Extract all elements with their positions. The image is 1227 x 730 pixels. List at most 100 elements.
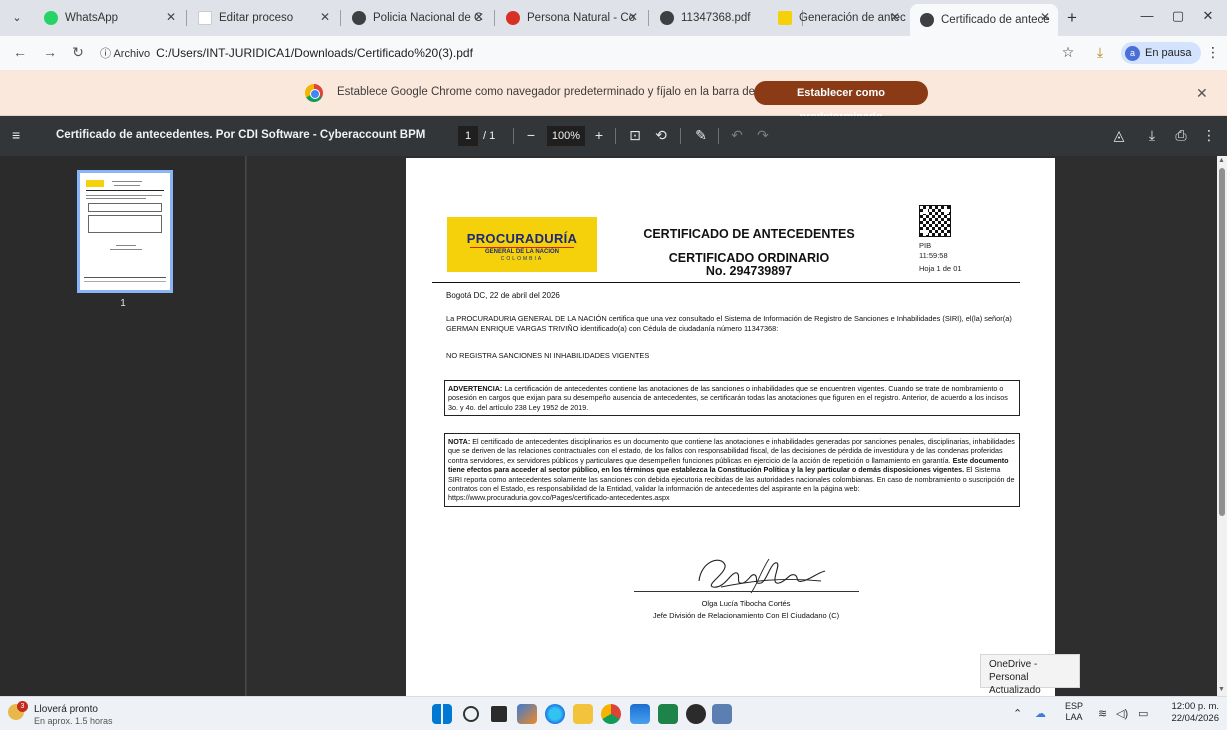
close-icon[interactable]: ✕ (320, 10, 330, 24)
tray-expand-icon[interactable]: ⌃ (1013, 707, 1022, 720)
close-icon[interactable]: ✕ (1040, 10, 1050, 24)
globe-icon (660, 11, 674, 25)
undo-icon[interactable]: ↶ (728, 127, 746, 144)
tab-divider (340, 10, 341, 26)
bookmark-star-icon[interactable]: ☆ (1058, 44, 1078, 61)
search-icon[interactable] (463, 706, 479, 722)
system-clock[interactable]: 12:00 p. m. 22/04/2026 (1163, 701, 1219, 725)
meta-time: 11:59:58 (919, 251, 948, 260)
fit-page-icon[interactable]: ⊡ (626, 127, 644, 144)
close-icon[interactable]: ✕ (474, 10, 484, 24)
forward-icon[interactable]: → (40, 44, 60, 60)
redo-icon[interactable]: ↷ (754, 127, 772, 144)
set-default-button[interactable]: Establecer como predeterminado (754, 81, 928, 123)
profile-button[interactable]: a En pausa (1121, 42, 1202, 64)
note-text: El certificado de antecedentes disciplin… (448, 437, 1015, 465)
vertical-scrollbar[interactable]: ▲ ▼ (1217, 156, 1227, 696)
site-icon (506, 11, 520, 25)
avatar: a (1125, 45, 1140, 61)
page-thumbnail[interactable] (77, 170, 173, 293)
print-icon[interactable]: ⎙ (1172, 127, 1190, 144)
tab-policia-nacional[interactable]: Policia Nacional de C ✕ (342, 4, 492, 32)
thumbnail-line (86, 195, 162, 196)
url-field[interactable]: ⓘ Archivo C:/Users/INT-JURIDICA1/Downloa… (100, 40, 1070, 66)
notification-badge: 3 (17, 701, 28, 712)
close-window-button[interactable]: ✕ (1198, 8, 1218, 24)
tab-divider (648, 10, 649, 26)
app-icon[interactable] (686, 704, 706, 724)
close-icon[interactable]: ✕ (890, 10, 900, 24)
signer-name: Olga Lucía Tibocha Cortés (701, 599, 791, 608)
onedrive-notification[interactable]: OneDrive - Personal Actualizado (980, 654, 1080, 696)
zoom-out-icon[interactable]: − (522, 127, 540, 143)
outlook-icon[interactable] (630, 704, 650, 724)
thumbnail-line (84, 281, 166, 282)
annotate-icon[interactable]: ✎ (692, 127, 710, 144)
qr-code (919, 205, 951, 237)
zoom-input[interactable]: 100% (547, 126, 585, 146)
excel-icon[interactable] (658, 704, 678, 724)
pdf-page: PROCURADURÍA GENERAL DE LA NACIÓN COLOMB… (406, 158, 1055, 698)
widgets-icon[interactable] (517, 704, 537, 724)
toolbar-divider (615, 128, 616, 144)
infobar-message: Establece Google Chrome como navegador p… (337, 86, 791, 98)
language-code: ESP (1065, 701, 1084, 711)
scroll-down-icon[interactable]: ▼ (1218, 686, 1225, 693)
maximize-button[interactable]: ▢ (1168, 8, 1188, 24)
weather-subtitle: En aprox. 1.5 horas (34, 716, 113, 726)
thumbnail-line (112, 181, 142, 182)
more-options-icon[interactable]: ⋮ (1200, 127, 1218, 144)
warning-label: ADVERTENCIA: (448, 384, 503, 393)
weather-widget[interactable]: 3 Lloverá pronto En aprox. 1.5 horas (8, 701, 148, 727)
procuraduria-icon (778, 11, 792, 25)
edge-icon[interactable] (545, 704, 565, 724)
reload-icon[interactable]: ↻ (68, 44, 88, 61)
file-explorer-icon[interactable] (573, 704, 593, 724)
tab-persona-natural[interactable]: Persona Natural - Co ✕ (496, 4, 646, 32)
tab-generacion[interactable]: Generación de antec ✕ (768, 4, 908, 32)
page-number-input[interactable]: 1 (458, 126, 478, 146)
weather-title: Lloverá pronto (34, 704, 98, 715)
site-info-chip[interactable]: ⓘ Archivo (100, 45, 150, 61)
tab-editar-proceso[interactable]: Editar proceso ✕ (188, 4, 338, 32)
clock-date: 22/04/2026 (1171, 713, 1219, 724)
minimize-button[interactable]: — (1137, 8, 1157, 23)
battery-icon[interactable]: ▭ (1138, 707, 1148, 720)
hamburger-icon[interactable]: ≡ (12, 127, 20, 143)
scroll-up-icon[interactable]: ▲ (1218, 157, 1225, 164)
menu-icon[interactable]: ⋮ (1203, 44, 1223, 61)
back-icon[interactable]: ← (10, 44, 30, 60)
close-icon[interactable]: ✕ (628, 10, 638, 24)
thumbnail-logo (86, 180, 104, 187)
wifi-icon[interactable]: ≋ (1098, 707, 1107, 720)
document-title: Certificado de antecedentes. Por CDI Sof… (56, 129, 426, 141)
logo-text: PROCURADURÍA (466, 231, 578, 246)
download-icon[interactable]: ⤓ (1143, 127, 1161, 144)
zoom-in-icon[interactable]: + (590, 127, 608, 143)
tab-whatsapp[interactable]: WhatsApp ✕ (34, 4, 184, 32)
windows-start-icon[interactable] (432, 704, 452, 724)
logo-text: GENERAL DE LA NACIÓN (470, 247, 574, 255)
procuraduria-logo: PROCURADURÍA GENERAL DE LA NACIÓN COLOMB… (447, 217, 597, 272)
new-tab-button[interactable]: + (1062, 8, 1082, 28)
volume-icon[interactable]: ◁) (1116, 707, 1128, 720)
rotate-icon[interactable]: ⟲ (652, 127, 670, 144)
download-icon[interactable]: ⤓ (1090, 44, 1110, 61)
scrollbar-thumb[interactable] (1219, 168, 1225, 516)
tab-certificado[interactable]: Certificado de antece ✕ (910, 4, 1058, 36)
close-icon[interactable]: ✕ (1196, 85, 1208, 102)
note-label: NOTA: (448, 437, 471, 446)
page-total: / 1 (483, 130, 496, 142)
language-indicator[interactable]: ESP LAA (1065, 701, 1083, 723)
certificate-title: CERTIFICADO DE ANTECEDENTES (643, 227, 855, 241)
onedrive-icon[interactable]: ☁ (1035, 707, 1046, 720)
warning-text: La certificación de antecedentes contien… (448, 384, 1008, 412)
close-icon[interactable]: ✕ (166, 10, 176, 24)
app-icon[interactable] (712, 704, 732, 724)
task-view-icon[interactable] (491, 706, 507, 722)
tab-search-button[interactable]: ⌄ (4, 8, 30, 28)
drive-save-icon[interactable]: ◬ (1110, 127, 1128, 144)
chrome-taskbar-icon[interactable] (601, 704, 621, 724)
toolbar-divider (718, 128, 719, 144)
meta-code: PIB (919, 241, 932, 250)
